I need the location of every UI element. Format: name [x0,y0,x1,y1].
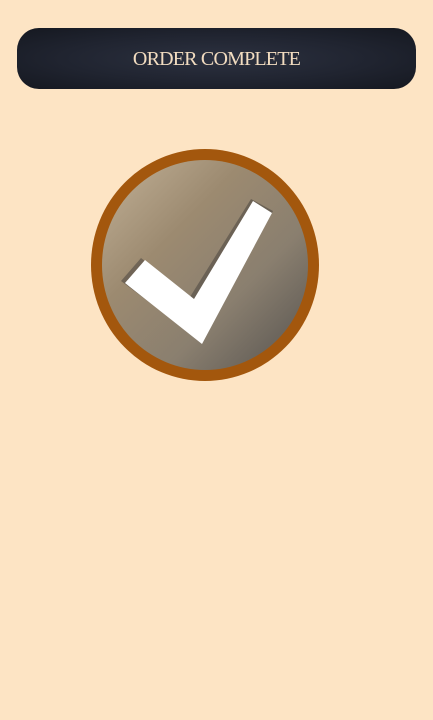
page-title: ORDER COMPLETE [132,48,301,70]
header-bar: ORDER COMPLETE [17,28,416,89]
badge-disc [102,160,308,370]
order-complete-badge [91,149,319,381]
checkmark-icon [91,149,319,381]
